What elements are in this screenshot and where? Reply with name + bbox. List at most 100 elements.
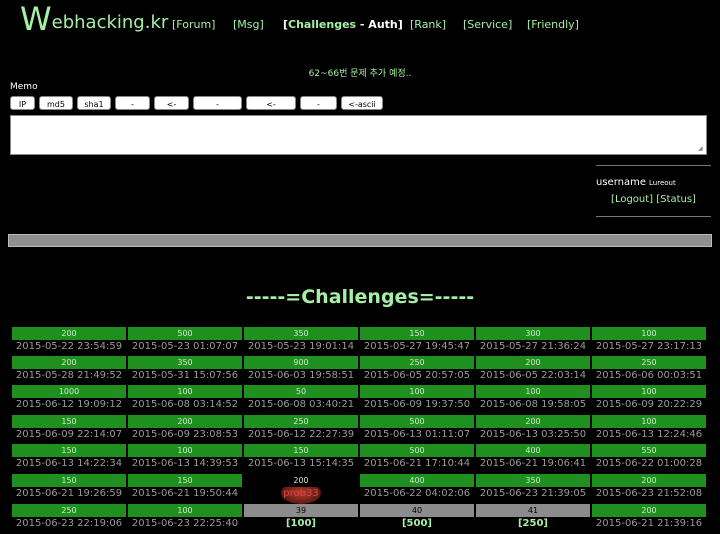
nav-service[interactable]: [Service] <box>463 18 512 31</box>
challenge-cell[interactable]: 150 2015-06-13 14:22:34 <box>12 444 126 474</box>
challenge-cell[interactable]: 150 2015-06-21 19:50:44 <box>128 474 242 504</box>
challenge-solved-date: 2015-06-06 00:03:51 <box>595 370 703 381</box>
challenge-points: 250 <box>360 356 474 369</box>
challenge-solved-date: 2015-05-27 23:17:13 <box>595 341 703 352</box>
challenge-solved-date: 2015-06-08 03:14:52 <box>131 399 239 410</box>
to-hex-button[interactable]: ->hex <box>115 96 150 122</box>
challenge-cell[interactable]: 100 2015-06-13 14:39:53 <box>128 444 242 474</box>
to-base64-button[interactable]: ->base64 <box>193 96 242 122</box>
challenge-solved-date: 2015-06-13 14:39:53 <box>131 458 239 469</box>
sha1-button[interactable]: sha1 <box>77 96 111 110</box>
resize-grip-icon[interactable]: ◢ <box>698 145 703 152</box>
challenge-points: 100 <box>592 327 706 340</box>
challenge-solved-date: 2015-06-09 19:37:50 <box>363 399 471 410</box>
challenge-cell[interactable]: 39 [100] <box>244 504 358 534</box>
top-navigation: Webhacking.kr [Forum] [Msg] [Challenges … <box>0 0 720 44</box>
challenge-solved-date: 2015-06-13 14:22:34 <box>15 458 123 469</box>
challenge-points: 900 <box>244 356 358 369</box>
challenge-solved-date: 2015-06-22 04:02:06 <box>363 488 471 499</box>
challenge-cell[interactable]: 250 2015-06-12 22:27:39 <box>244 415 358 445</box>
logout-link[interactable]: [Logout] <box>611 194 653 205</box>
from-hex-button[interactable]: <-hex <box>154 96 189 122</box>
challenge-cell[interactable]: 1000 2015-06-12 19:09:12 <box>12 385 126 415</box>
challenge-solved-date: 2015-06-08 19:58:05 <box>479 399 587 410</box>
challenge-points: 41 <box>476 504 590 517</box>
challenge-solved-date: 2015-06-21 19:06:41 <box>479 458 587 469</box>
challenge-cell[interactable]: 200 2015-05-28 21:49:52 <box>12 356 126 386</box>
challenge-cell[interactable]: 100 2015-05-27 23:17:13 <box>592 327 706 357</box>
challenge-points: 550 <box>592 444 706 457</box>
challenge-solved-date: 2015-06-21 19:50:44 <box>131 488 239 499</box>
challenge-cell[interactable]: 300 2015-05-27 21:36:24 <box>476 327 590 357</box>
status-link[interactable]: [Status] <box>656 194 696 205</box>
challenge-points: 100 <box>592 385 706 398</box>
challenge-cell[interactable]: 100 2015-06-08 19:58:05 <box>476 385 590 415</box>
challenge-points: 150 <box>244 444 358 457</box>
challenge-cell[interactable]: 50 2015-06-08 03:40:21 <box>244 385 358 415</box>
challenge-cell[interactable]: 900 2015-06-03 19:58:51 <box>244 356 358 386</box>
challenge-cell[interactable]: 150 2015-05-27 19:45:47 <box>360 327 474 357</box>
nav-msg[interactable]: [Msg] <box>233 18 264 31</box>
challenge-solved-date: 2015-06-23 21:52:08 <box>595 488 703 499</box>
md5-button[interactable]: md5 <box>39 96 73 110</box>
challenge-cell[interactable]: 100 2015-06-08 03:14:52 <box>128 385 242 415</box>
challenge-cell[interactable]: 150 2015-06-09 22:14:07 <box>12 415 126 445</box>
to-ascii-button[interactable]: ->ascii <box>300 96 337 122</box>
challenge-solved-date: 2015-06-13 15:14:35 <box>247 458 355 469</box>
challenge-cell[interactable]: 150 2015-06-21 19:26:59 <box>12 474 126 504</box>
challenges-title: -----=Challenges=----- <box>245 286 475 308</box>
ip-button[interactable]: IP <box>10 96 35 110</box>
challenge-points: 200 <box>12 356 126 369</box>
challenge-cell[interactable]: 150 2015-06-13 15:14:35 <box>244 444 358 474</box>
challenge-points: 200 <box>244 474 358 487</box>
from-base64-button[interactable]: <-base64 <box>246 96 296 122</box>
challenge-cell[interactable]: 200 2015-06-21 21:39:16 <box>592 504 706 534</box>
memo-textarea[interactable] <box>10 115 707 155</box>
challenge-cell[interactable]: 200 2015-05-22 23:54:59 <box>12 327 126 357</box>
challenge-solved-date: 2015-06-09 20:22:29 <box>595 399 703 410</box>
challenge-solved-date: 2015-05-23 19:01:14 <box>247 341 355 352</box>
challenge-cell[interactable]: 100 2015-06-09 19:37:50 <box>360 385 474 415</box>
site-logo[interactable]: Webhacking.kr <box>20 2 168 36</box>
challenge-cell[interactable]: 350 2015-05-31 15:07:56 <box>128 356 242 386</box>
logo-initial: W <box>20 0 52 38</box>
challenge-cell[interactable]: 350 2015-06-23 21:39:05 <box>476 474 590 504</box>
challenge-cell[interactable]: 200 2015-06-05 22:03:14 <box>476 356 590 386</box>
challenge-solved-date: 2015-06-09 23:08:53 <box>131 429 239 440</box>
challenge-points: 150 <box>12 444 126 457</box>
challenge-cell[interactable]: 100 2015-06-23 22:25:40 <box>128 504 242 534</box>
challenge-cell[interactable]: 500 2015-06-21 17:10:44 <box>360 444 474 474</box>
challenge-cell[interactable]: 250 2015-06-05 20:57:05 <box>360 356 474 386</box>
challenge-points: 200 <box>592 504 706 517</box>
divider-bar <box>8 234 712 247</box>
nav-friendly[interactable]: [Friendly] <box>527 18 579 31</box>
challenge-solved-date: 2015-06-03 19:58:51 <box>247 370 355 381</box>
challenge-cell[interactable]: 250 2015-06-06 00:03:51 <box>592 356 706 386</box>
memo-label: Memo <box>10 82 38 92</box>
challenge-cell[interactable]: 200 2015-06-09 23:08:53 <box>128 415 242 445</box>
challenge-cell[interactable]: 400 2015-06-21 19:06:41 <box>476 444 590 474</box>
challenge-cell[interactable]: 100 2015-06-09 20:22:29 <box>592 385 706 415</box>
from-ascii-button[interactable]: <-ascii <box>341 96 383 110</box>
challenge-cell[interactable]: 200 2015-06-13 03:25:50 <box>476 415 590 445</box>
challenge-points: 500 <box>360 415 474 428</box>
nav-rank[interactable]: [Rank] <box>410 18 446 31</box>
user-box: username Lureout [Logout] [Status] <box>596 165 711 217</box>
nav-challenges-auth[interactable]: [Challenges - Auth] <box>283 18 403 31</box>
challenge-cell[interactable]: 200 prob33 <box>244 474 358 504</box>
challenge-cell[interactable]: 500 2015-05-23 01:07:07 <box>128 327 242 357</box>
challenge-cell[interactable]: 250 2015-06-23 22:19:06 <box>12 504 126 534</box>
nav-forum[interactable]: [Forum] <box>172 18 215 31</box>
challenge-cell[interactable]: 350 2015-05-23 19:01:14 <box>244 327 358 357</box>
challenge-cell[interactable]: 500 2015-06-13 01:11:07 <box>360 415 474 445</box>
nav-challenges-label: Challenges <box>288 18 357 31</box>
challenge-cell[interactable]: 100 2015-06-13 12:24:46 <box>592 415 706 445</box>
challenge-points: 40 <box>360 504 474 517</box>
challenge-open-points: [500] <box>401 518 432 529</box>
challenge-cell[interactable]: 550 2015-06-22 01:00:28 <box>592 444 706 474</box>
challenge-points: 50 <box>244 385 358 398</box>
challenge-cell[interactable]: 41 [250] <box>476 504 590 534</box>
challenge-cell[interactable]: 40 [500] <box>360 504 474 534</box>
challenge-cell[interactable]: 400 2015-06-22 04:02:06 <box>360 474 474 504</box>
challenge-cell[interactable]: 200 2015-06-23 21:52:08 <box>592 474 706 504</box>
